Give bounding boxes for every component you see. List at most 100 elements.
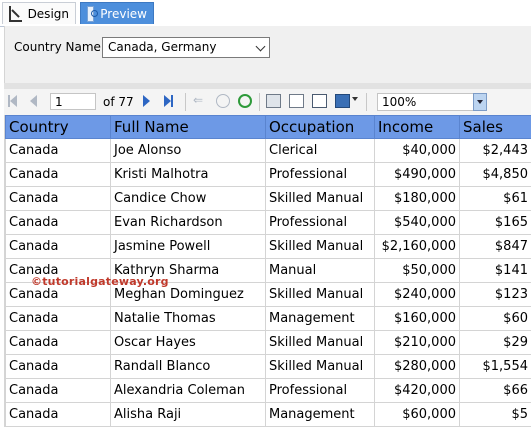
prev-page-icon[interactable] xyxy=(30,95,37,107)
back-icon[interactable]: ⇐ xyxy=(193,93,203,107)
cell-full-name: Candice Chow xyxy=(110,186,266,211)
cell-occupation: Professional xyxy=(265,162,375,187)
cell-full-name: Alexandria Coleman xyxy=(110,378,266,403)
cell-full-name: Alisha Raji xyxy=(110,402,266,427)
cell-income: $240,000 xyxy=(374,282,460,307)
cell-sales: $66 xyxy=(459,378,531,403)
cell-full-name: Joe Alonso xyxy=(110,138,266,163)
cell-sales: $123 xyxy=(459,282,531,307)
page-setup-icon[interactable] xyxy=(312,94,327,108)
column-header-occupation: Occupation xyxy=(265,115,375,139)
cell-sales: $1,554 xyxy=(459,354,531,379)
table-header-row: Country Full Name Occupation Income Sale… xyxy=(5,115,531,139)
cell-full-name: Randall Blanco xyxy=(110,354,266,379)
cell-country: Canada xyxy=(5,186,111,211)
toolbar-separator xyxy=(259,93,260,111)
zoom-dropdown-icon[interactable] xyxy=(473,93,487,111)
tab-preview[interactable]: Preview xyxy=(80,2,154,24)
table-row: Canada Evan Richardson Professional $540,00… xyxy=(5,210,531,235)
design-ruler-icon xyxy=(9,5,22,22)
cell-sales: $29 xyxy=(459,330,531,355)
country-name-select[interactable]: Canada, Germany xyxy=(102,37,270,58)
tab-design[interactable]: Design xyxy=(2,2,76,24)
cell-sales: $847 xyxy=(459,234,531,259)
cell-full-name: Jasmine Powell xyxy=(110,234,266,259)
cell-country: Canada xyxy=(5,330,111,355)
toolbar-separator xyxy=(185,93,186,111)
tab-strip: Design Preview xyxy=(0,0,531,27)
export-icon[interactable] xyxy=(335,94,350,108)
cell-income: $210,000 xyxy=(374,330,460,355)
first-page-icon[interactable] xyxy=(8,95,17,107)
cell-occupation: Skilled Manual xyxy=(265,330,375,355)
next-page-icon[interactable] xyxy=(143,95,150,107)
cell-occupation: Clerical xyxy=(265,138,375,163)
cell-income: $50,000 xyxy=(374,258,460,283)
cell-country: Canada xyxy=(5,138,111,163)
cell-income: $40,000 xyxy=(374,138,460,163)
last-page-icon[interactable] xyxy=(164,95,173,107)
country-name-label: Country Name xyxy=(14,40,101,54)
cell-country: Canada xyxy=(5,234,111,259)
column-header-country: Country xyxy=(5,115,111,139)
cell-country: Canada xyxy=(5,162,111,187)
column-header-full-name: Full Name xyxy=(110,115,266,139)
cell-full-name: Natalie Thomas xyxy=(110,306,266,331)
cell-income: $2,160,000 xyxy=(374,234,460,259)
cell-country: Canada xyxy=(5,306,111,331)
cell-sales: $5 xyxy=(459,402,531,427)
cell-income: $180,000 xyxy=(374,186,460,211)
report-toolbar: 1 of 77 ⇐ 100% xyxy=(4,89,531,116)
report-body: Country Full Name Occupation Income Sale… xyxy=(4,115,531,427)
table-row: Canada Candice Chow Skilled Manual $180,000… xyxy=(5,186,531,211)
report-table: Country Full Name Occupation Income Sale… xyxy=(5,115,531,427)
stop-icon[interactable] xyxy=(216,94,230,108)
chevron-down-icon[interactable] xyxy=(255,41,266,52)
table-row: Canada Kristi Malhotra Professional $490,00… xyxy=(5,162,531,187)
cell-occupation: Skilled Manual xyxy=(265,282,375,307)
preview-icon xyxy=(87,5,99,22)
cell-occupation: Management xyxy=(265,402,375,427)
tab-preview-label: Preview xyxy=(100,6,147,21)
print-layout-icon[interactable] xyxy=(289,94,304,108)
cell-occupation: Skilled Manual xyxy=(265,234,375,259)
cell-full-name: Kristi Malhotra xyxy=(110,162,266,187)
page-total: of 77 xyxy=(103,95,134,109)
cell-full-name: Evan Richardson xyxy=(110,210,266,235)
table-row: Canada Randall Blanco Skilled Manual $280,0… xyxy=(5,354,531,379)
parameter-area: Country Name Canada, Germany xyxy=(4,26,531,83)
table-row: Canada Jasmine Powell Skilled Manual $2,160… xyxy=(5,234,531,259)
table-row: Canada Oscar Hayes Skilled Manual $210,000 $… xyxy=(5,330,531,355)
cell-sales: $2,443 xyxy=(459,138,531,163)
cell-income: $490,000 xyxy=(374,162,460,187)
zoom-value: 100% xyxy=(382,95,417,109)
cell-occupation: Manual xyxy=(265,258,375,283)
cell-sales: $4,850 xyxy=(459,162,531,187)
table-row: Canada Alisha Raji Management $60,000 $5 xyxy=(5,402,531,427)
column-header-income: Income xyxy=(374,115,460,139)
zoom-select[interactable]: 100% xyxy=(377,93,487,111)
page-number-input[interactable]: 1 xyxy=(50,93,96,110)
cell-country: Canada xyxy=(5,210,111,235)
refresh-icon[interactable] xyxy=(238,94,252,108)
toolbar-separator xyxy=(366,93,367,111)
cell-sales: $165 xyxy=(459,210,531,235)
table-row: Canada Natalie Thomas Management $160,000 $6… xyxy=(5,306,531,331)
cell-sales: $141 xyxy=(459,258,531,283)
print-icon[interactable] xyxy=(266,94,281,108)
cell-sales: $61 xyxy=(459,186,531,211)
country-name-value: Canada, Germany xyxy=(108,40,217,54)
export-dropdown-icon[interactable] xyxy=(352,97,358,101)
cell-income: $160,000 xyxy=(374,306,460,331)
watermark: ©tutorialgateway.org xyxy=(31,275,169,288)
cell-occupation: Management xyxy=(265,306,375,331)
cell-occupation: Skilled Manual xyxy=(265,186,375,211)
cell-full-name: Oscar Hayes xyxy=(110,330,266,355)
column-header-sales: Sales xyxy=(459,115,531,139)
cell-country: Canada xyxy=(5,354,111,379)
cell-country: Canada xyxy=(5,378,111,403)
cell-income: $280,000 xyxy=(374,354,460,379)
cell-occupation: Professional xyxy=(265,378,375,403)
table-row: Canada Joe Alonso Clerical $40,000 $2,443 xyxy=(5,138,531,163)
cell-occupation: Professional xyxy=(265,210,375,235)
